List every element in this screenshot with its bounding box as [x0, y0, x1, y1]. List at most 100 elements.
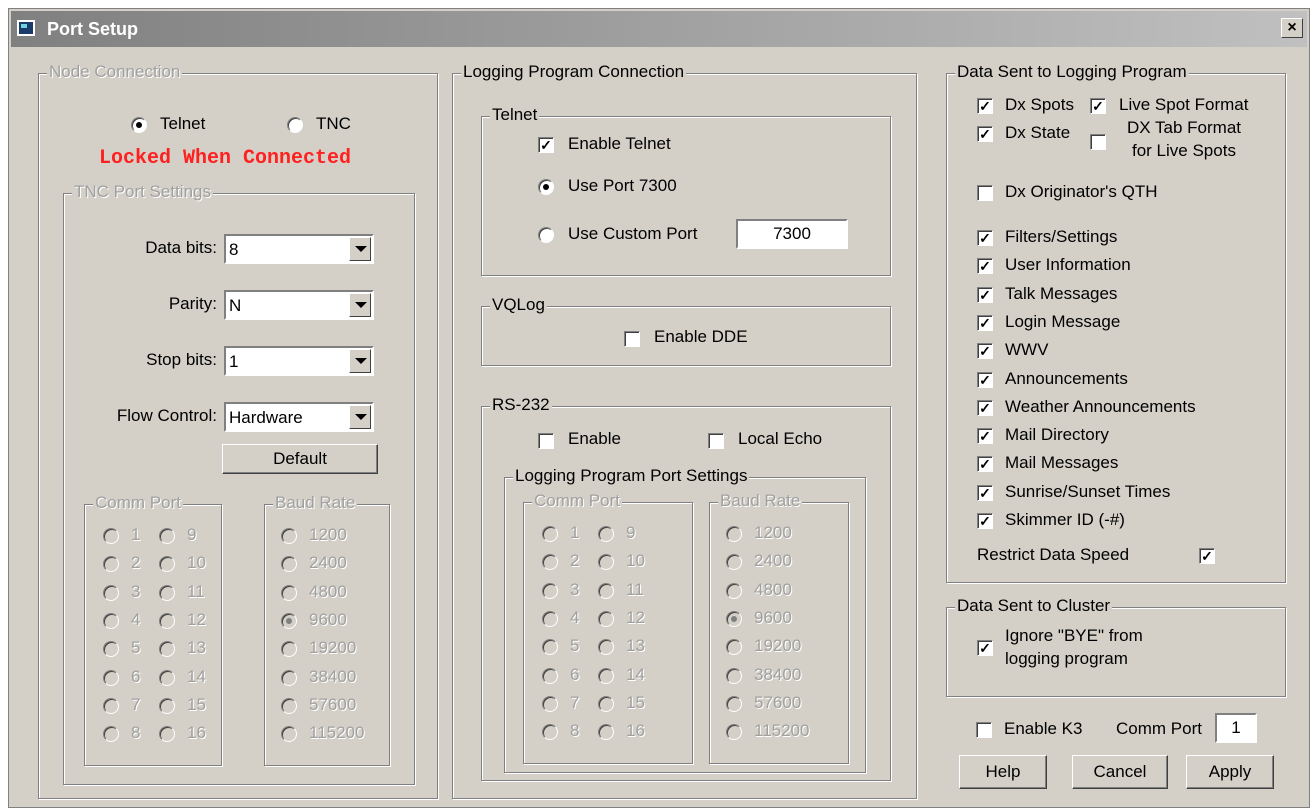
- logging-data-checkbox[interactable]: ✓: [977, 314, 993, 331]
- comm-port-radio[interactable]: [159, 641, 175, 658]
- comm-port-radio[interactable]: [542, 724, 558, 741]
- chevron-down-icon[interactable]: [349, 237, 371, 261]
- comm-port-radio[interactable]: [542, 610, 558, 627]
- comm-port-radio[interactable]: [542, 554, 558, 571]
- comm-port-radio[interactable]: [159, 612, 175, 629]
- logging-data-checkbox[interactable]: ✓: [977, 371, 993, 388]
- logging-data-checkbox[interactable]: ✓: [977, 343, 993, 360]
- dx-tab-format-checkbox[interactable]: [1090, 134, 1106, 150]
- baud-rate-radio[interactable]: [281, 556, 297, 573]
- enable-k3-checkbox[interactable]: [976, 722, 992, 738]
- comm-port-radio[interactable]: [103, 641, 119, 658]
- comm-port-radio[interactable]: [159, 697, 175, 714]
- logging-data-checkbox[interactable]: ✓: [977, 513, 993, 529]
- baud-rate-radio[interactable]: [726, 582, 742, 599]
- baud-rate-radio[interactable]: [281, 726, 297, 743]
- logging-data-checkbox[interactable]: ✓: [977, 230, 993, 246]
- baud-rate-radio[interactable]: [281, 528, 297, 544]
- logging-data-checkbox[interactable]: ✓: [977, 286, 993, 303]
- dx-originator-checkbox[interactable]: [977, 185, 993, 201]
- comm-port-radio[interactable]: [159, 584, 175, 601]
- baud-rate-radio[interactable]: [726, 639, 742, 656]
- dx-state-checkbox[interactable]: ✓: [977, 126, 993, 142]
- telnet-radio[interactable]: [131, 117, 147, 133]
- comm-port-radio[interactable]: [598, 667, 614, 684]
- logging-data-checkbox[interactable]: ✓: [977, 399, 993, 416]
- baud-rate-radio[interactable]: [281, 641, 297, 658]
- logging-comm-port-legend: Comm Port: [532, 491, 622, 511]
- comm-port-radio[interactable]: [159, 669, 175, 686]
- comm-port-radio[interactable]: [598, 526, 614, 542]
- baud-rate-radio[interactable]: [726, 695, 742, 712]
- baud-rate-label: 38400: [754, 664, 802, 684]
- dx-spots-checkbox[interactable]: ✓: [977, 98, 993, 114]
- chevron-down-icon[interactable]: [349, 349, 371, 373]
- baud-rate-radio[interactable]: [726, 667, 742, 684]
- parity-select[interactable]: N: [224, 290, 374, 320]
- use-custom-port-radio[interactable]: [538, 227, 554, 243]
- local-echo-checkbox[interactable]: [708, 433, 724, 449]
- baud-rate-radio[interactable]: [726, 554, 742, 571]
- comm-port-radio[interactable]: [542, 667, 558, 684]
- flow-control-value: Hardware: [229, 408, 303, 427]
- comm-port-radio[interactable]: [598, 554, 614, 571]
- apply-button[interactable]: Apply: [1186, 755, 1274, 789]
- comm-port-radio[interactable]: [542, 695, 558, 712]
- custom-port-input[interactable]: 7300: [736, 219, 848, 249]
- logging-data-checkbox[interactable]: ✓: [977, 428, 993, 445]
- comm-port-radio[interactable]: [542, 582, 558, 599]
- baud-rate-radio[interactable]: [726, 724, 742, 741]
- chevron-down-icon[interactable]: [349, 405, 371, 429]
- comm-port-radio[interactable]: [103, 612, 119, 629]
- comm-port-radio[interactable]: [103, 697, 119, 714]
- comm-port-radio[interactable]: [159, 726, 175, 743]
- parity-label: Parity:: [168, 294, 217, 313]
- comm-port-label: 14: [187, 666, 206, 686]
- data-bits-select[interactable]: 8: [224, 234, 374, 264]
- k3-comm-port-input[interactable]: 1: [1215, 713, 1257, 743]
- live-spot-format-checkbox[interactable]: ✓: [1090, 98, 1106, 114]
- logging-port-settings-legend: Logging Program Port Settings: [513, 466, 750, 486]
- rs232-enable-checkbox[interactable]: [538, 433, 554, 449]
- baud-rate-radio[interactable]: [281, 697, 297, 714]
- help-button[interactable]: Help: [959, 755, 1047, 789]
- comm-port-radio[interactable]: [103, 726, 119, 743]
- comm-port-radio[interactable]: [159, 528, 175, 544]
- baud-rate-radio[interactable]: [281, 612, 297, 629]
- flow-control-select[interactable]: Hardware: [224, 402, 374, 432]
- comm-port-radio[interactable]: [542, 526, 558, 542]
- k3-comm-port-label: Comm Port: [1116, 719, 1202, 738]
- comm-port-radio[interactable]: [598, 695, 614, 712]
- use-port-7300-radio[interactable]: [538, 179, 554, 195]
- title-bar[interactable]: Port Setup ×: [11, 11, 1307, 47]
- comm-port-radio[interactable]: [103, 669, 119, 686]
- baud-rate-radio[interactable]: [281, 584, 297, 601]
- comm-port-radio[interactable]: [598, 582, 614, 599]
- logging-data-checkbox[interactable]: ✓: [977, 456, 993, 473]
- comm-port-radio[interactable]: [542, 639, 558, 656]
- stop-bits-select[interactable]: 1: [224, 346, 374, 376]
- baud-rate-radio[interactable]: [726, 610, 742, 627]
- comm-port-radio[interactable]: [598, 610, 614, 627]
- tnc-radio[interactable]: [287, 117, 303, 133]
- restrict-data-speed-checkbox[interactable]: ✓: [1199, 548, 1215, 564]
- default-button[interactable]: Default: [222, 444, 378, 474]
- close-icon[interactable]: ×: [1281, 18, 1303, 38]
- cancel-button[interactable]: Cancel: [1072, 755, 1168, 789]
- ignore-bye-checkbox[interactable]: ✓: [977, 640, 993, 656]
- enable-telnet-checkbox[interactable]: ✓: [538, 137, 554, 153]
- baud-rate-radio[interactable]: [726, 526, 742, 542]
- comm-port-radio[interactable]: [598, 639, 614, 656]
- comm-port-radio[interactable]: [598, 724, 614, 741]
- logging-data-checkbox[interactable]: ✓: [977, 258, 993, 275]
- baud-rate-radio[interactable]: [281, 669, 297, 686]
- enable-dde-checkbox[interactable]: [624, 331, 640, 347]
- comm-port-radio[interactable]: [103, 528, 119, 544]
- logging-data-label: User Information: [1005, 255, 1131, 275]
- comm-port-radio[interactable]: [103, 584, 119, 601]
- comm-port-radio[interactable]: [103, 556, 119, 573]
- comm-port-radio[interactable]: [159, 556, 175, 573]
- logging-data-checkbox[interactable]: ✓: [977, 484, 993, 501]
- chevron-down-icon[interactable]: [349, 293, 371, 317]
- baud-rate-label: 9600: [754, 607, 792, 627]
